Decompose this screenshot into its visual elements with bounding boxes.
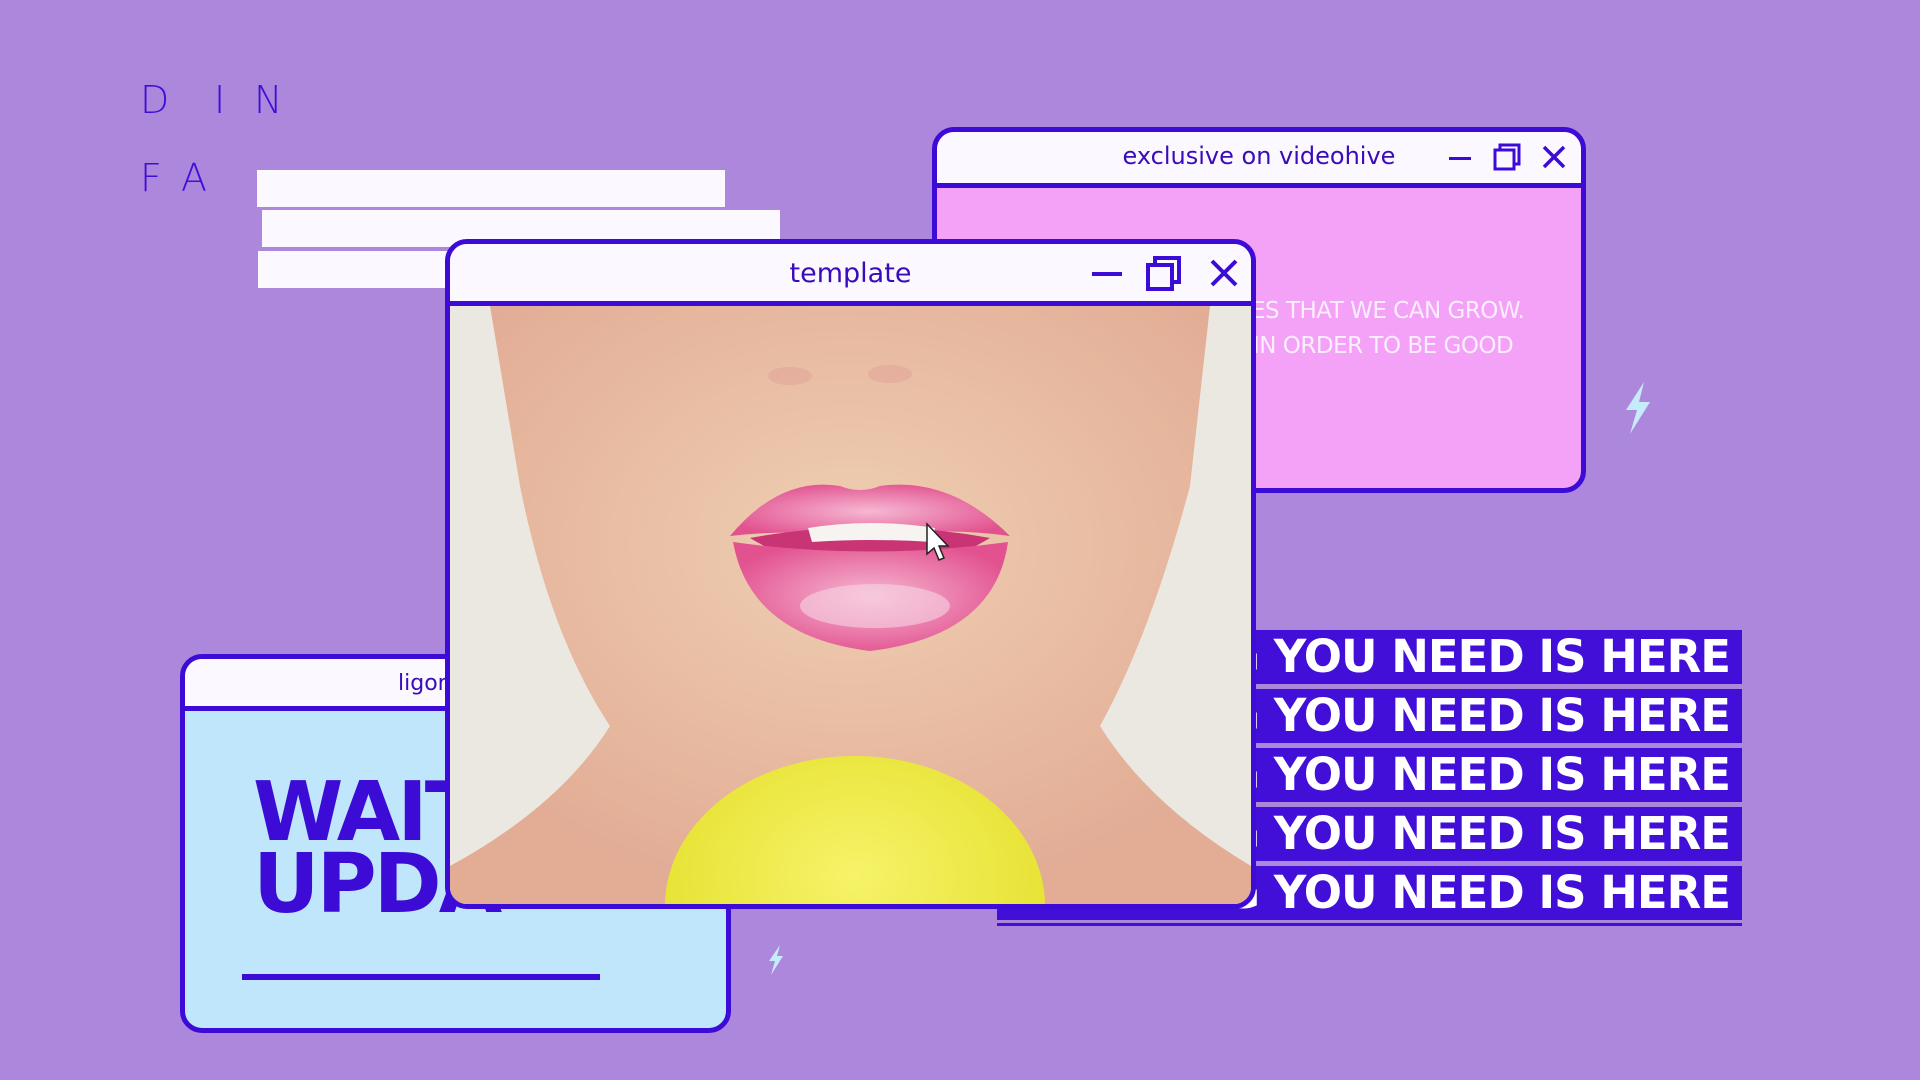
window-title: template [789,258,912,289]
nose-shadow [768,367,812,385]
letter: I [214,78,226,122]
letter: D [140,78,170,122]
banner-underline [997,923,1742,926]
minimize-icon[interactable] [1447,148,1473,168]
close-icon[interactable] [1208,257,1240,289]
window-title: exclusive on videohive [1122,142,1396,170]
letter: N [254,78,283,122]
divider-line [242,974,600,980]
lightning-bolt-icon [769,945,783,975]
restore-icon[interactable] [1492,142,1522,172]
minimize-icon[interactable] [1090,262,1124,286]
lightning-bolt-icon [1626,382,1650,434]
video-frame[interactable] [450,306,1251,904]
nose-shadow [868,365,912,383]
window-title: ligon [398,671,452,696]
kinetic-text-row-2: F A [140,156,260,206]
body-line: ES THAT WE CAN GROW. [1251,298,1525,324]
window-template[interactable]: template [445,239,1256,909]
letter: F [140,156,162,200]
window-titlebar[interactable]: template [450,244,1251,306]
kinetic-text-row-1: D I N [140,78,340,128]
window-titlebar[interactable]: exclusive on videohive [937,132,1581,188]
restore-icon[interactable] [1144,254,1184,294]
body-line: IN ORDER TO BE GOOD [1253,333,1514,359]
close-icon[interactable] [1541,144,1567,170]
body-text: ES THAT WE CAN GROW. IN ORDER TO BE GOOD [1251,294,1525,364]
teeth [808,523,935,542]
letter: A [181,156,207,200]
placeholder-bar [257,170,725,207]
video-still [450,306,1251,904]
